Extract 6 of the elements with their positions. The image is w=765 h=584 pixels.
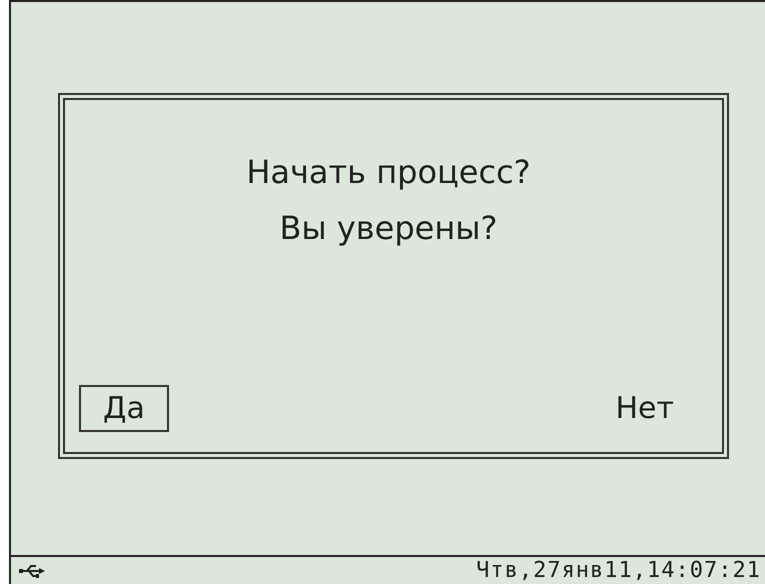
usb-icon (19, 564, 45, 578)
dialog-message: Вы уверены? (279, 208, 498, 249)
date-time: Чтв,27янв11,14:07:21 (476, 558, 761, 583)
dialog-button[interactable]: Нет (592, 385, 698, 432)
dialog-button[interactable]: Да (79, 385, 169, 432)
dialog-message: Начать процесс? (246, 152, 531, 193)
